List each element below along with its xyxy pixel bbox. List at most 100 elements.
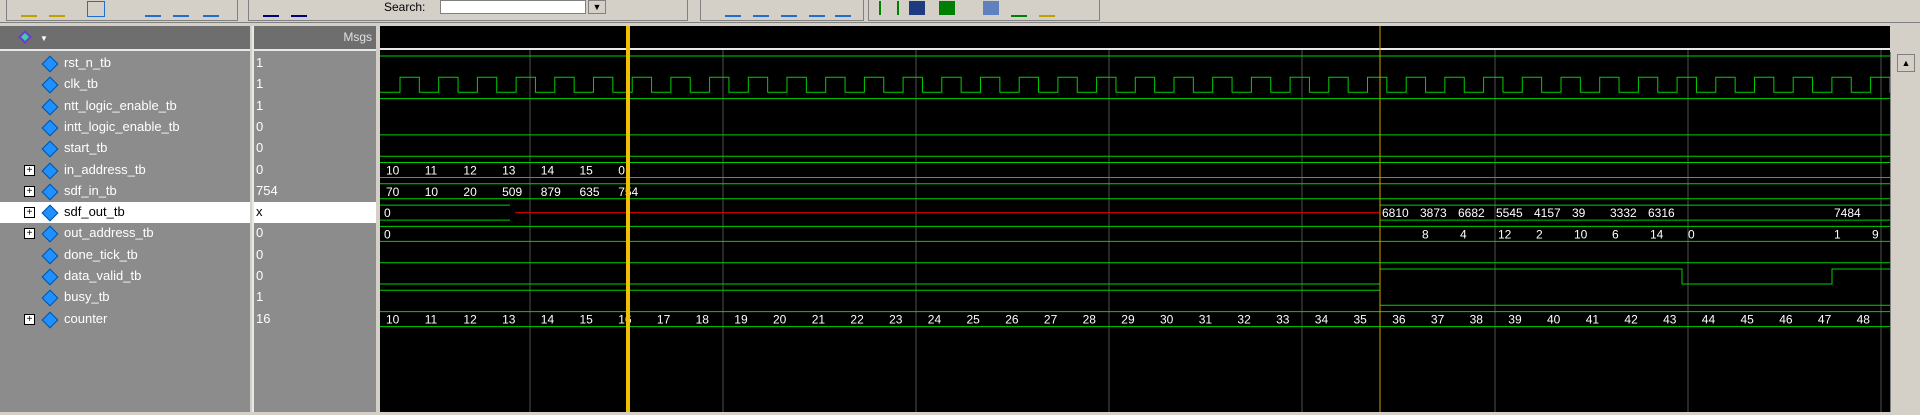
bus-value-label: 48 [1857, 313, 1871, 327]
wave-insert-icon[interactable] [49, 1, 65, 17]
bus-value-label: 15 [580, 164, 594, 178]
snap-icon[interactable] [1039, 1, 1055, 17]
bus-value-label: 6 [1612, 227, 1619, 241]
cursor-add-icon[interactable] [879, 1, 899, 15]
signal-name: data_valid_tb [64, 268, 142, 283]
signal-value-row[interactable]: 0 [254, 138, 378, 159]
expand-icon[interactable]: + [24, 185, 35, 197]
signal-name: done_tick_tb [64, 246, 138, 262]
bus-value-label: 34 [1315, 313, 1329, 327]
signal-row-rst_n_tb[interactable]: rst_n_tb [0, 53, 250, 74]
signal-diamond-icon [41, 55, 59, 73]
signal-value-row[interactable]: 754 [254, 181, 378, 202]
signal-value-row[interactable]: 0 [254, 160, 378, 181]
align-icon[interactable] [203, 1, 219, 17]
align-icon[interactable] [173, 1, 189, 17]
signal-value-row[interactable]: 0 [254, 266, 378, 287]
expand-icon[interactable]: + [24, 164, 35, 176]
find-icon[interactable] [263, 1, 279, 17]
signal-row-ntt_logic_enable_tb[interactable]: ntt_logic_enable_tb [0, 96, 250, 117]
bus-value-label: 0 [384, 227, 391, 241]
signal-row-sdf_in_tb[interactable]: + sdf_in_tb [0, 181, 250, 202]
search-input[interactable] [440, 0, 586, 14]
cursor-lock-icon[interactable] [909, 1, 925, 15]
bus-value-label: 38 [1470, 313, 1484, 327]
bus-value-label: 12 [463, 164, 477, 178]
signal-diamond-icon [41, 311, 59, 329]
signal-name: out_address_tb [64, 225, 154, 241]
wave-insert-icon[interactable] [21, 1, 37, 17]
signal-row-done_tick_tb[interactable]: done_tick_tb [0, 245, 250, 266]
bus-value-label: 3873 [1420, 206, 1447, 220]
signal-row-in_address_tb[interactable]: + in_address_tb [0, 160, 250, 181]
signal-value: 1 [256, 76, 264, 92]
signal-value-row[interactable]: 1 [254, 53, 378, 74]
cursor-delete-icon[interactable] [939, 1, 955, 15]
signal-value: 754 [256, 182, 278, 198]
zoom-range-icon[interactable] [809, 1, 825, 17]
signal-row-sdf_out_tb[interactable]: + sdf_out_tb [0, 202, 250, 224]
grid-icon[interactable] [983, 1, 999, 15]
signal-row-out_address_tb[interactable]: + out_address_tb [0, 223, 250, 244]
snap-icon[interactable] [1011, 1, 1027, 17]
zoom-in-icon[interactable] [725, 1, 741, 17]
bus-value-label: 20 [773, 313, 787, 327]
expand-icon[interactable]: + [24, 207, 35, 219]
signal-name: busy_tb [64, 289, 110, 305]
zoom-out-icon[interactable] [753, 1, 769, 17]
align-icon[interactable] [145, 1, 161, 17]
values-header-label: Msgs [343, 30, 372, 44]
signal-diamond-icon [41, 204, 59, 222]
signal-value-row[interactable]: 0 [254, 245, 378, 266]
signal-value-row[interactable]: 0 [254, 117, 378, 138]
signal-row-busy_tb[interactable]: busy_tb [0, 287, 250, 308]
bus-value-label: 26 [1005, 313, 1019, 327]
signal-row-data_valid_tb[interactable]: data_valid_tb [0, 266, 250, 287]
toolbar-group-cursor [868, 0, 1100, 21]
bus-value-label: 45 [1741, 313, 1755, 327]
bus-value-label: 8 [1422, 227, 1429, 241]
bus-value-label: 21 [812, 313, 826, 327]
bus-value-label: 15 [580, 313, 594, 327]
signal-row-counter[interactable]: + counter [0, 309, 250, 330]
bus-value-label: 5545 [1496, 206, 1523, 220]
signal-value-row[interactable]: 16 [254, 309, 378, 330]
expand-icon[interactable]: + [24, 313, 35, 325]
signal-row-clk_tb[interactable]: clk_tb [0, 74, 250, 95]
zoom-full-icon[interactable] [781, 1, 797, 17]
signal-value-row[interactable]: 1 [254, 287, 378, 308]
signal-value-row[interactable]: 1 [254, 96, 378, 117]
expand-icon[interactable] [87, 1, 105, 17]
bus-value-label: 43 [1663, 313, 1677, 327]
signal-value-row[interactable]: 0 [254, 223, 378, 244]
bus-value-label: 39 [1508, 313, 1522, 327]
signal-name: clk_tb [64, 76, 98, 92]
signal-name: rst_n_tb [64, 55, 111, 70]
waveform-pane[interactable]: 1011121314150701020509879635754068103873… [380, 26, 1910, 412]
signal-row-intt_logic_enable_tb[interactable]: intt_logic_enable_tb [0, 117, 250, 138]
bus-value-label: 47 [1818, 313, 1832, 327]
zoom-cursor-icon[interactable] [835, 1, 851, 17]
signal-name: sdf_out_tb [64, 204, 125, 220]
search-dropdown-button[interactable]: ▼ [588, 0, 606, 14]
signal-name: in_address_tb [64, 161, 146, 177]
chevron-down-icon[interactable]: ▼ [40, 34, 48, 43]
signal-value-row[interactable]: x [254, 202, 378, 224]
waveform-canvas[interactable]: 1011121314150701020509879635754068103873… [380, 26, 1910, 412]
bus-value-label: 39 [1572, 206, 1586, 220]
bus-value-label: 6316 [1648, 206, 1675, 220]
signal-value-row[interactable]: 1 [254, 74, 378, 95]
bus-value-label: 509 [502, 185, 522, 199]
signal-value: 0 [256, 140, 264, 156]
scroll-up-icon[interactable]: ▲ [1897, 54, 1915, 72]
bus-value-label: 12 [1498, 227, 1512, 241]
bus-value-label: 0 [1688, 227, 1695, 241]
signal-row-start_tb[interactable]: start_tb [0, 138, 250, 159]
bus-value-label: 19 [734, 313, 748, 327]
expand-icon[interactable]: + [24, 228, 35, 240]
bus-value-label: 18 [696, 313, 710, 327]
find-next-icon[interactable] [291, 1, 307, 17]
vertical-scrollbar[interactable]: ▲ [1890, 52, 1920, 412]
bus-value-label: 879 [541, 185, 561, 199]
wave-icon[interactable] [18, 30, 32, 44]
